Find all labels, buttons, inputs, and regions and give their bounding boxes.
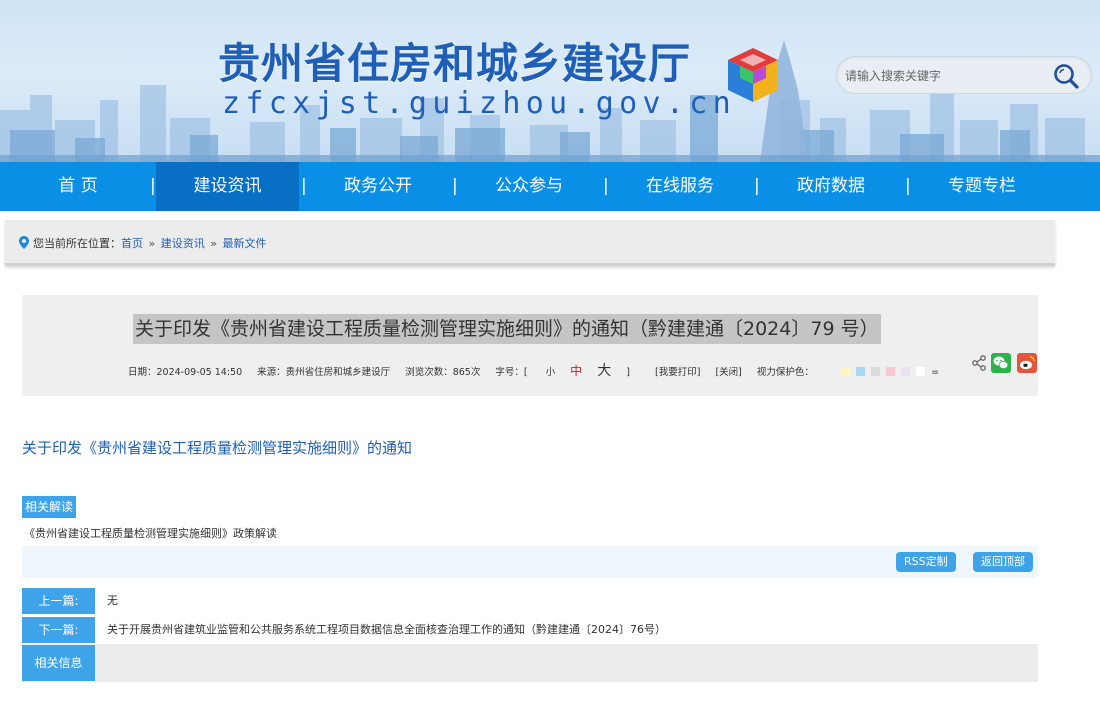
breadcrumb: 您当前所在位置：首页 » 建设资讯 » 最新文件 [19, 235, 266, 251]
article-meta: 日期：2024-09-05 14:50 来源：贵州省住房和城乡建设厅 浏览次数：… [128, 360, 951, 380]
publish-date: 日期：2024-09-05 14:50 [128, 367, 243, 378]
rss-button[interactable]: RSS定制 [896, 552, 956, 572]
breadcrumb-prefix: 您当前所在位置： [33, 237, 121, 250]
prev-article-label: 上一篇: [22, 588, 95, 614]
location-pin-icon [19, 236, 29, 249]
print-link[interactable]: [我要打印] [655, 367, 700, 378]
eye-color-pink[interactable] [886, 367, 896, 376]
wechat-icon[interactable] [991, 353, 1011, 373]
search-box [836, 56, 1092, 94]
article-source: 来源：贵州省住房和城乡建设厅 [257, 367, 391, 378]
logo-cube-icon [728, 48, 778, 102]
article-title: 关于印发《贵州省建设工程质量检测管理实施细则》的通知（黔建建通〔2024〕79 … [133, 314, 881, 344]
related-reading-tag: 相关解读 [22, 496, 77, 518]
nav-separator: | [905, 176, 911, 196]
nav-separator: | [603, 176, 609, 196]
share-icon[interactable] [971, 355, 987, 371]
font-size-label: 字号：[ [495, 367, 528, 378]
prev-article-value: 无 [107, 594, 118, 607]
breadcrumb-separator: » [210, 237, 217, 250]
font-size-medium[interactable]: 中 [570, 364, 582, 378]
nav-item-special-topics[interactable]: 专题专栏 [922, 162, 1042, 211]
weibo-icon[interactable] [1017, 353, 1037, 373]
site-title: 贵州省住房和城乡建设厅 [218, 39, 692, 88]
next-article-label: 下一篇: [22, 617, 95, 643]
eye-color-lavender[interactable] [901, 367, 911, 376]
search-icon[interactable] [1051, 61, 1081, 91]
nav-item-government-data[interactable]: 政府数据 [771, 162, 891, 211]
eye-color-yellow[interactable] [840, 367, 850, 376]
nav-separator: | [150, 176, 156, 196]
breadcrumb-separator: » [148, 237, 156, 250]
font-size-large[interactable]: 大 [597, 363, 611, 379]
nav-item-home[interactable]: 首 页 [30, 162, 126, 211]
related-reading-item[interactable]: 《贵州省建设工程质量检测管理实施细则》政策解读 [24, 525, 277, 541]
breadcrumb-construction-news[interactable]: 建设资讯 [161, 237, 205, 250]
font-size-small[interactable]: 小 [546, 367, 556, 378]
related-info-label: 相关信息 [22, 645, 95, 681]
eye-color-gray[interactable] [871, 367, 880, 376]
nav-item-public-participation[interactable]: 公众参与 [468, 162, 590, 211]
close-link[interactable]: [关闭] [715, 367, 741, 378]
main-nav: 首 页 | 建设资讯 | 政务公开 | 公众参与 | 在线服务 | 政府数据 |… [0, 162, 1100, 211]
prev-article-row: 上一篇: 无 [22, 588, 1038, 614]
site-header: 贵州省住房和城乡建设厅 zfcxjst.guizhou.gov.cn [0, 0, 1100, 162]
nav-item-online-services[interactable]: 在线服务 [620, 162, 740, 211]
eye-color-blue[interactable] [855, 367, 865, 376]
search-input[interactable] [845, 63, 1045, 89]
back-to-top-button[interactable]: 返回顶部 [973, 552, 1033, 572]
article-body-link[interactable]: 关于印发《贵州省建设工程质量检测管理实施细则》的通知 [22, 437, 412, 458]
nav-separator: | [452, 176, 458, 196]
eye-protection-label: 视力保护色： [756, 367, 814, 378]
next-article-row: 下一篇: 关于开展贵州省建筑业监管和公共服务系统工程项目数据信息全面核查治理工作… [22, 617, 1038, 643]
related-info-section: 相关信息 [22, 644, 1038, 682]
breadcrumb-latest-documents[interactable]: 最新文件 [222, 237, 266, 250]
nav-item-construction-news[interactable]: 建设资讯 [156, 162, 299, 211]
eye-color-reset[interactable]: = [931, 367, 939, 378]
next-article-link[interactable]: 关于开展贵州省建筑业监管和公共服务系统工程项目数据信息全面核查治理工作的通知（黔… [107, 617, 666, 643]
breadcrumb-home[interactable]: 首页 [121, 237, 143, 250]
font-size-end: ] [626, 367, 630, 378]
breadcrumb-bar: 您当前所在位置：首页 » 建设资讯 » 最新文件 [5, 220, 1055, 266]
article-header: 关于印发《贵州省建设工程质量检测管理实施细则》的通知（黔建建通〔2024〕79 … [22, 295, 1038, 396]
eye-color-white[interactable] [916, 367, 926, 376]
site-domain: zfcxjst.guizhou.gov.cn [222, 86, 736, 121]
nav-item-government-affairs[interactable]: 政务公开 [318, 162, 438, 211]
nav-separator: | [301, 176, 307, 196]
nav-separator: | [754, 176, 760, 196]
view-count: 浏览次数：865次 [405, 367, 481, 378]
utility-bar: RSS定制 返回顶部 [22, 546, 1038, 578]
